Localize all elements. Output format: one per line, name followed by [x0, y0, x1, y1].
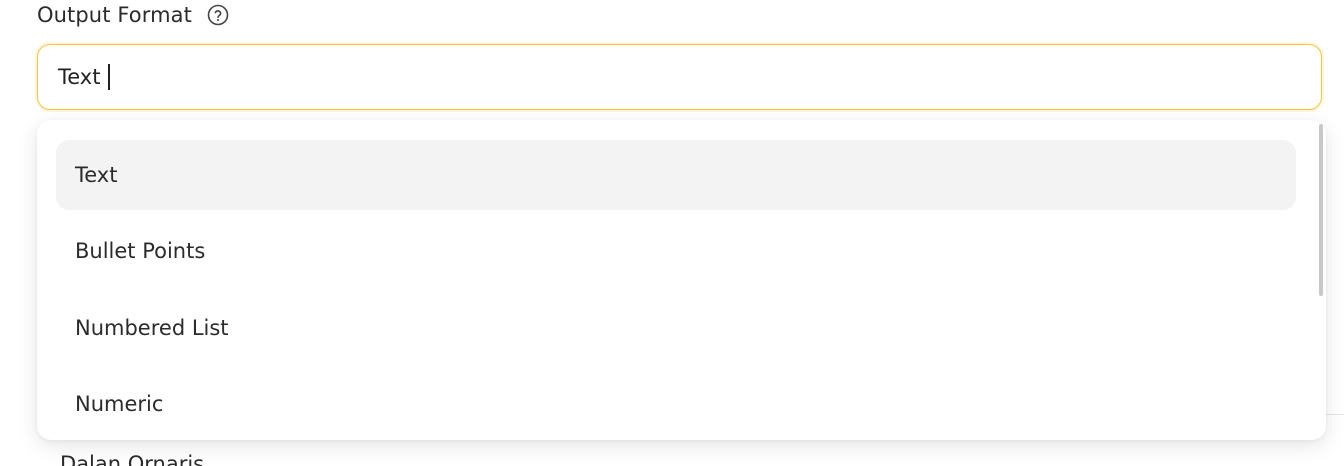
question-circle-icon[interactable]: [206, 3, 230, 27]
option-bullet-points[interactable]: Bullet Points: [56, 216, 1296, 286]
field-label-row: Output Format: [37, 0, 230, 30]
option-numeric[interactable]: Numeric: [56, 369, 1296, 439]
text-cursor: [108, 64, 110, 90]
background-divider: [1326, 414, 1344, 415]
page: Output Format Text Dalan Ornaris Text Bu…: [0, 0, 1344, 466]
option-text[interactable]: Text: [56, 140, 1296, 210]
dropdown-scrollbar[interactable]: [1319, 124, 1323, 296]
select-input-value: Text: [58, 65, 101, 89]
output-format-label: Output Format: [37, 3, 192, 27]
output-format-dropdown: Text Bullet Points Numbered List Numeric: [37, 120, 1326, 440]
background-next-field-label: Dalan Ornaris: [60, 452, 205, 466]
output-format-select-input[interactable]: Text: [37, 44, 1322, 110]
option-numbered-list[interactable]: Numbered List: [56, 293, 1296, 363]
